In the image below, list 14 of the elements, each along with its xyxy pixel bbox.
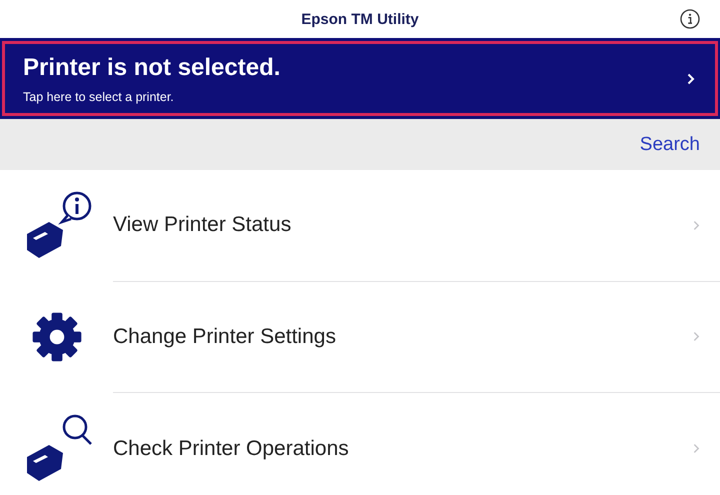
menu-item[interactable]: Change Printer Settings xyxy=(113,282,720,393)
banner-subtitle: Tap here to select a printer. xyxy=(23,90,175,104)
chevron-icon xyxy=(687,72,695,84)
chevron-icon xyxy=(693,443,700,454)
search-button[interactable]: Search xyxy=(640,134,700,156)
menu-item[interactable]: View Printer Status xyxy=(113,170,720,282)
banner-title: Printer is not selected. xyxy=(23,54,280,82)
info-icon[interactable] xyxy=(680,9,700,29)
window-title: Epson TM Utility xyxy=(301,10,419,28)
chevron-icon xyxy=(693,220,700,231)
chevron-icon xyxy=(693,331,700,342)
select-printer-banner[interactable]: Printer is not selected. Tap here to select a printer. xyxy=(2,41,718,116)
menu-item[interactable]: Check Printer Operations xyxy=(113,393,720,495)
gear-icon xyxy=(30,310,84,364)
